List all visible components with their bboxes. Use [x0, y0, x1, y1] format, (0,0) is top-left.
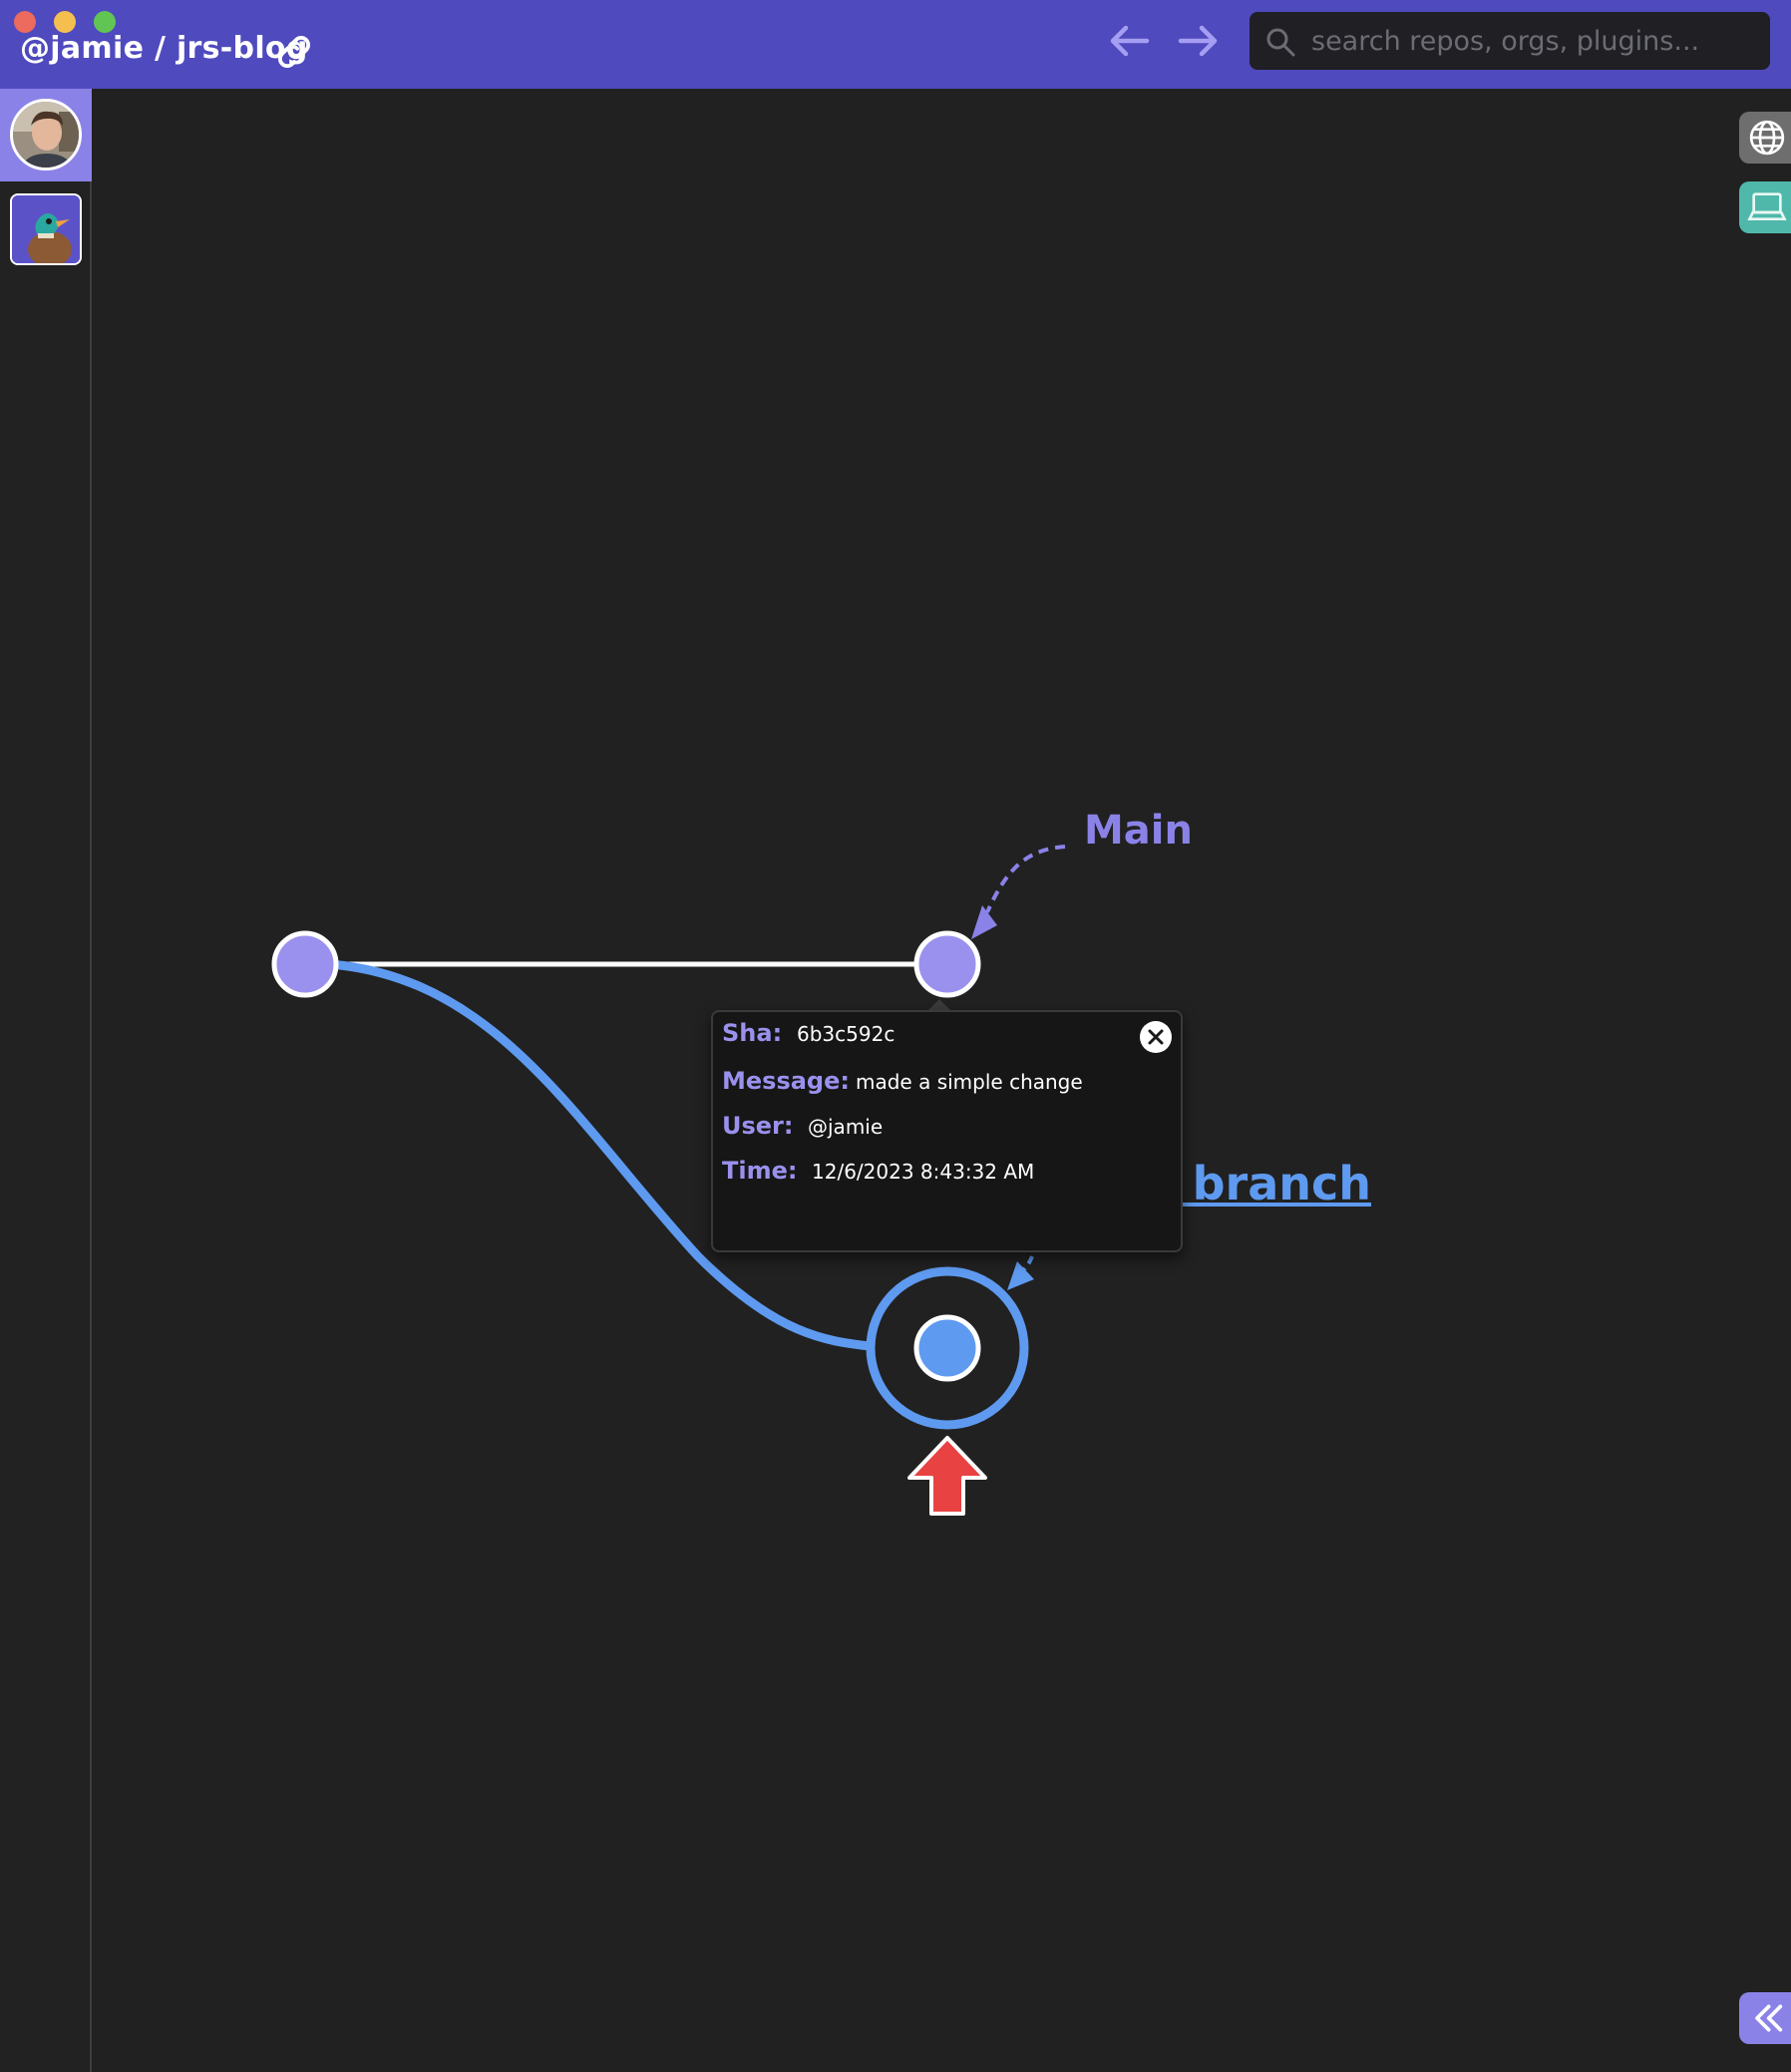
sha-value: 6b3c592c: [797, 1022, 896, 1046]
main-branch-label[interactable]: Main: [1084, 808, 1193, 854]
user-label: User:: [722, 1112, 794, 1140]
popup-user-row: User: @jamie: [722, 1112, 883, 1140]
time-label: Time:: [722, 1157, 798, 1185]
main-pointer-arrowhead: [971, 905, 997, 939]
popup-message-row: Message: made a simple change: [722, 1067, 1083, 1095]
current-branch-label[interactable]: t branch: [1167, 1157, 1371, 1216]
commit-node-root[interactable]: [271, 930, 339, 998]
current-commit-indicator-arrow: [907, 1436, 987, 1516]
time-value: 12/6/2023 8:43:32 AM: [812, 1160, 1035, 1184]
commit-node-current-head[interactable]: [866, 1266, 1029, 1430]
current-branch-label-text: t branch: [1167, 1157, 1371, 1210]
branch-pointer-arrowhead: [1007, 1261, 1034, 1290]
user-value: @jamie: [808, 1115, 884, 1139]
close-icon: [1148, 1029, 1164, 1045]
close-popup-button[interactable]: [1140, 1021, 1172, 1053]
commit-node-main-head[interactable]: [913, 930, 981, 998]
message-label: Message:: [722, 1067, 850, 1095]
sha-label: Sha:: [722, 1019, 783, 1047]
message-value: made a simple change: [856, 1070, 1083, 1094]
popup-sha-row: Sha: 6b3c592c: [722, 1019, 895, 1047]
main-pointer-line: [985, 845, 1066, 913]
popup-time-row: Time: 12/6/2023 8:43:32 AM: [722, 1157, 1034, 1185]
